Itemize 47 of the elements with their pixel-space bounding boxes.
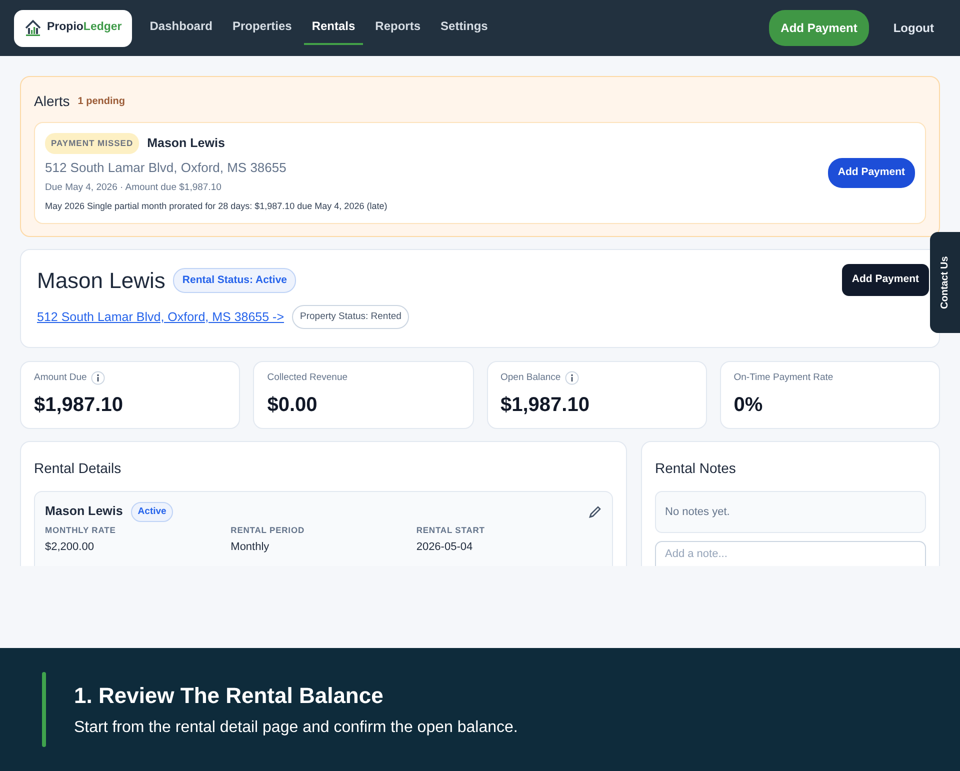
property-address: 512 South Lamar Blvd, Oxford, MS 38655 <box>45 158 288 177</box>
house-chart-icon <box>24 19 42 37</box>
add-payment-button[interactable]: Add Payment <box>828 158 915 188</box>
nav-link[interactable]: Rentals <box>304 11 364 45</box>
stat-label: Amount Due <box>34 371 87 386</box>
stat-value: $1,987.10 <box>34 392 124 418</box>
panel-title: Rental Notes <box>655 458 737 478</box>
logout-link[interactable]: Logout <box>893 19 934 37</box>
status-tag: Rental Status: Active <box>173 268 296 294</box>
alerts-title: Alerts <box>34 92 70 111</box>
tenant-name: Mason Lewis <box>147 135 225 152</box>
field-label: MONTHLY RATE <box>45 526 117 536</box>
stat-value: $1,987.10 <box>500 392 590 418</box>
logo[interactable]: PropioLedger <box>14 10 132 46</box>
nav-link[interactable]: Dashboard <box>142 11 220 45</box>
property-link[interactable]: 512 South Lamar Blvd, Oxford, MS 38655 -> <box>37 308 284 326</box>
stat-value: 0% <box>734 392 764 418</box>
contact-us-tab[interactable]: Contact Us <box>930 232 960 333</box>
field-value: Monthly <box>230 540 270 556</box>
field-label: RENTAL PERIOD <box>230 526 306 536</box>
alert-note: May 2026 Single partial month prorated for 28 days: $1,987.10 due May 4, 2026 (late) <box>45 200 388 213</box>
nav-link[interactable]: Settings <box>432 11 496 45</box>
tenant-name: Mason Lewis <box>37 267 166 295</box>
stat-label: Collected Revenue <box>267 371 348 386</box>
status-tag: Active <box>130 502 174 522</box>
edit-button[interactable] <box>588 504 602 519</box>
empty-notes-message: No notes yet. <box>655 490 926 533</box>
pending-count: 1 pending <box>78 95 126 109</box>
field-value: $2,200.00 <box>45 540 95 556</box>
due-info: Due May 4, 2026 · Amount due $1,987.10 <box>45 181 222 196</box>
nav-link[interactable]: Properties <box>224 11 300 45</box>
stat-label: On-Time Payment Rate <box>734 371 834 386</box>
status-tag: Property Status: Rented <box>292 305 410 330</box>
stat-label: Open Balance <box>500 371 561 386</box>
pencil-icon <box>588 504 602 519</box>
nav-link[interactable]: Reports <box>367 11 429 45</box>
add-payment-button[interactable]: Add Payment <box>768 10 870 46</box>
add-payment-button[interactable]: Add Payment <box>842 264 929 296</box>
panel-title: Rental Details <box>34 458 122 478</box>
tenant-name: Mason Lewis <box>45 503 123 520</box>
stat-value: $0.00 <box>267 392 318 418</box>
status-tag: PAYMENT MISSED <box>45 133 140 154</box>
field-label: RENTAL START <box>416 526 486 536</box>
note-field[interactable]: Add a note... <box>655 541 926 566</box>
field-value: 2026-05-04 <box>416 540 474 556</box>
caption-text: Start from the rental detail page and confirm the open balance. <box>74 718 518 738</box>
caption-title: 1. Review The Rental Balance <box>74 682 384 710</box>
